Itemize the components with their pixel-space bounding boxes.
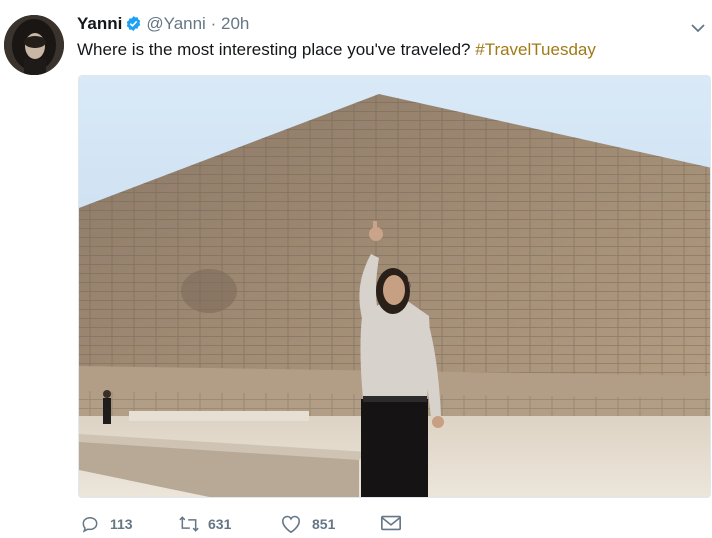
reply-icon [80,514,100,534]
direct-message-button[interactable] [380,514,402,532]
heart-icon [280,514,302,534]
verified-badge-icon [125,15,142,37]
tweet: Yanni @Yanni · 20h Where is the most inte… [0,0,712,534]
reply-button[interactable]: 113 [80,514,133,534]
tweet-photo[interactable] [78,75,711,498]
retweet-count: 631 [208,516,232,532]
reply-count: 113 [110,516,133,532]
envelope-icon [380,514,402,532]
tweet-body: Where is the most interesting place you'… [77,40,471,59]
tweet-header: Yanni @Yanni · 20h [77,14,249,37]
chevron-down-icon[interactable] [690,21,706,33]
like-button[interactable]: 851 [280,514,335,534]
tweet-text: Where is the most interesting place you'… [77,38,596,62]
person-small [103,390,111,424]
separator-dot: · [210,14,217,33]
retweet-button[interactable]: 631 [177,514,231,534]
retweet-icon [177,514,201,534]
like-count: 851 [312,516,336,532]
timestamp[interactable]: 20h [221,14,249,33]
avatar[interactable] [4,15,64,75]
author-name[interactable]: Yanni [77,14,122,33]
hashtag-link[interactable]: #TravelTuesday [475,40,596,59]
author-handle[interactable]: @Yanni [146,14,205,33]
